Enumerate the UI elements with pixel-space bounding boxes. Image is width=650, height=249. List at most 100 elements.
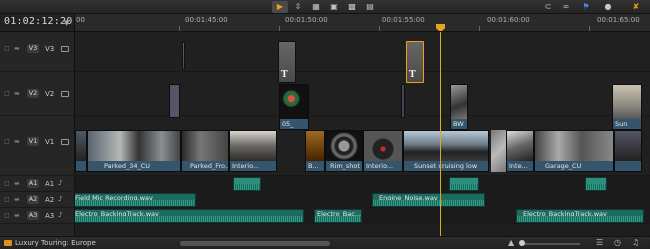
audio-clip[interactable]: Electro_Bac... (314, 209, 362, 223)
project-icon (4, 240, 12, 246)
auto-select-icon[interactable]: ▬ (14, 196, 20, 203)
toolbar: ▶ ⇳ ▦ ▣ ▩ ▤ ⊂ ∞ ⚑ ● ✘ (0, 0, 650, 14)
video-clip[interactable]: Interio... (229, 130, 277, 172)
timeline-ruler[interactable]: 00 00:01:45:00 00:01:50:00 00:01:55:00 0… (75, 14, 650, 32)
clip-name: Parked_34_CU (104, 162, 151, 170)
title-clip[interactable] (182, 42, 185, 70)
snapping-icon[interactable]: ⊂ (540, 1, 556, 13)
zoom-slider[interactable] (520, 243, 580, 245)
video-clip[interactable]: Rim_shot 0... (325, 130, 363, 172)
track-name: A1 (27, 179, 39, 188)
auto-select-icon[interactable]: ▬ (14, 212, 20, 219)
playhead[interactable] (440, 32, 441, 236)
auto-select-icon[interactable]: ▬ (14, 45, 20, 52)
blade-tool-icon[interactable]: ▦ (308, 1, 324, 13)
audio-clip[interactable]: Engine_Noise.wav (372, 193, 485, 207)
monitor-icon[interactable] (61, 46, 69, 52)
select-tool-icon[interactable]: ▶ (272, 1, 288, 13)
title-clip-selected[interactable]: T (406, 41, 424, 83)
timeline-area[interactable]: T T 05_ BW Sun Parked_34_CU Parked_Fro..… (75, 32, 650, 236)
video-clip[interactable]: Sun (612, 84, 642, 130)
replace-edit-icon[interactable]: ▤ (362, 1, 378, 13)
track-label: A3 (45, 212, 55, 220)
title-clip-label: T (409, 70, 416, 80)
video-clip[interactable] (75, 130, 87, 172)
video-clip[interactable]: B... (305, 130, 325, 172)
ruler-label: 00:01:55:00 (382, 16, 425, 24)
transition-gap[interactable] (491, 130, 506, 172)
video-clip[interactable]: Sunset cruising low (403, 130, 489, 172)
lock-icon[interactable]: □ (4, 180, 10, 187)
video-clip[interactable] (401, 84, 405, 118)
track-header-a3[interactable]: □ ▬ A3 A3 ♪ (0, 208, 75, 224)
lane-v3 (75, 32, 650, 72)
clip-name: Garage_CU (545, 162, 582, 170)
linked-selection-icon[interactable]: ∞ (558, 1, 574, 13)
track-label: A2 (45, 196, 55, 204)
playhead-handle[interactable] (436, 24, 445, 31)
track-name: V2 (27, 89, 39, 98)
ruler-label: 00:01:65:00 (597, 16, 640, 24)
overwrite-edit-icon[interactable]: ▩ (344, 1, 360, 13)
settings-icon[interactable]: ✘ (628, 1, 644, 13)
chevron-down-icon[interactable]: ▼ (64, 19, 69, 27)
audio-clip[interactable]: Field Mic Recording.wav (75, 193, 196, 207)
audio-clip[interactable] (449, 177, 479, 191)
trim-tool-icon[interactable]: ⇳ (290, 1, 306, 13)
speaker-icon[interactable]: ♪ (58, 195, 62, 203)
flag-icon[interactable]: ⚑ (578, 1, 594, 13)
video-clip[interactable] (169, 84, 180, 118)
lock-icon[interactable]: □ (4, 45, 10, 52)
clip-name: Parked_Fro... (190, 162, 229, 170)
speaker-icon[interactable]: ♪ (58, 211, 62, 219)
title-clip-label: T (281, 70, 288, 80)
audio-clip[interactable]: Electro_BackingTrack.wav (516, 209, 644, 223)
track-label: V3 (45, 45, 55, 53)
track-header-v2[interactable]: □ ▬ V2 V2 (0, 72, 75, 116)
track-name: A2 (27, 195, 39, 204)
track-header-v3[interactable]: □ ▬ V3 V3 (0, 32, 75, 72)
zoom-slider-knob[interactable] (519, 240, 525, 246)
monitor-icon[interactable] (61, 139, 69, 145)
track-name: A3 (27, 211, 39, 220)
lock-icon[interactable]: □ (4, 212, 10, 219)
track-header-a2[interactable]: □ ▬ A2 A2 ♪ (0, 192, 75, 208)
video-clip[interactable]: Inte... (506, 130, 534, 172)
status-bar: Luxury Touring: Europe ▲ ☰ ◷ ♫ (0, 236, 650, 249)
lock-icon[interactable]: □ (4, 196, 10, 203)
music-icon[interactable]: ♫ (632, 238, 639, 247)
audio-clip[interactable]: Electro_BackingTrack.wav (75, 209, 304, 223)
lane-v2 (75, 72, 650, 116)
track-header-v1[interactable]: □ ▬ V1 V1 (0, 116, 75, 176)
video-clip[interactable]: 05_ (279, 84, 309, 130)
title-clip[interactable]: T (278, 41, 296, 83)
video-clip[interactable]: BW (450, 84, 468, 130)
clock-icon[interactable]: ◷ (614, 238, 621, 247)
audio-clip[interactable] (585, 177, 607, 191)
video-clip[interactable] (614, 130, 642, 172)
marker-icon[interactable]: ● (600, 1, 616, 13)
video-clip[interactable]: Garage_CU (534, 130, 614, 172)
ruler-label: 00:01:45:00 (185, 16, 228, 24)
clip-name: BW (453, 120, 464, 128)
lock-icon[interactable]: □ (4, 138, 10, 145)
track-label: V2 (45, 90, 55, 98)
ruler-label: 00 (76, 16, 85, 24)
monitor-icon[interactable] (61, 91, 69, 97)
zoom-out-icon[interactable]: ▲ (508, 238, 514, 247)
horizontal-scrollbar[interactable] (180, 241, 330, 246)
audio-clip[interactable] (233, 177, 261, 191)
insert-edit-icon[interactable]: ▣ (326, 1, 342, 13)
auto-select-icon[interactable]: ▬ (14, 180, 20, 187)
video-clip[interactable]: Parked_Fro... (181, 130, 229, 172)
timecode-display[interactable]: 01:02:12:20 ▼ (0, 14, 75, 32)
track-name: V1 (27, 137, 39, 146)
auto-select-icon[interactable]: ▬ (14, 138, 20, 145)
video-clip[interactable]: Parked_34_CU (87, 130, 181, 172)
video-clip[interactable]: Interio... (363, 130, 403, 172)
speaker-icon[interactable]: ♪ (58, 179, 62, 187)
auto-select-icon[interactable]: ▬ (14, 90, 20, 97)
lock-icon[interactable]: □ (4, 90, 10, 97)
track-header-a1[interactable]: □ ▬ A1 A1 ♪ (0, 176, 75, 192)
list-icon[interactable]: ☰ (596, 238, 603, 247)
